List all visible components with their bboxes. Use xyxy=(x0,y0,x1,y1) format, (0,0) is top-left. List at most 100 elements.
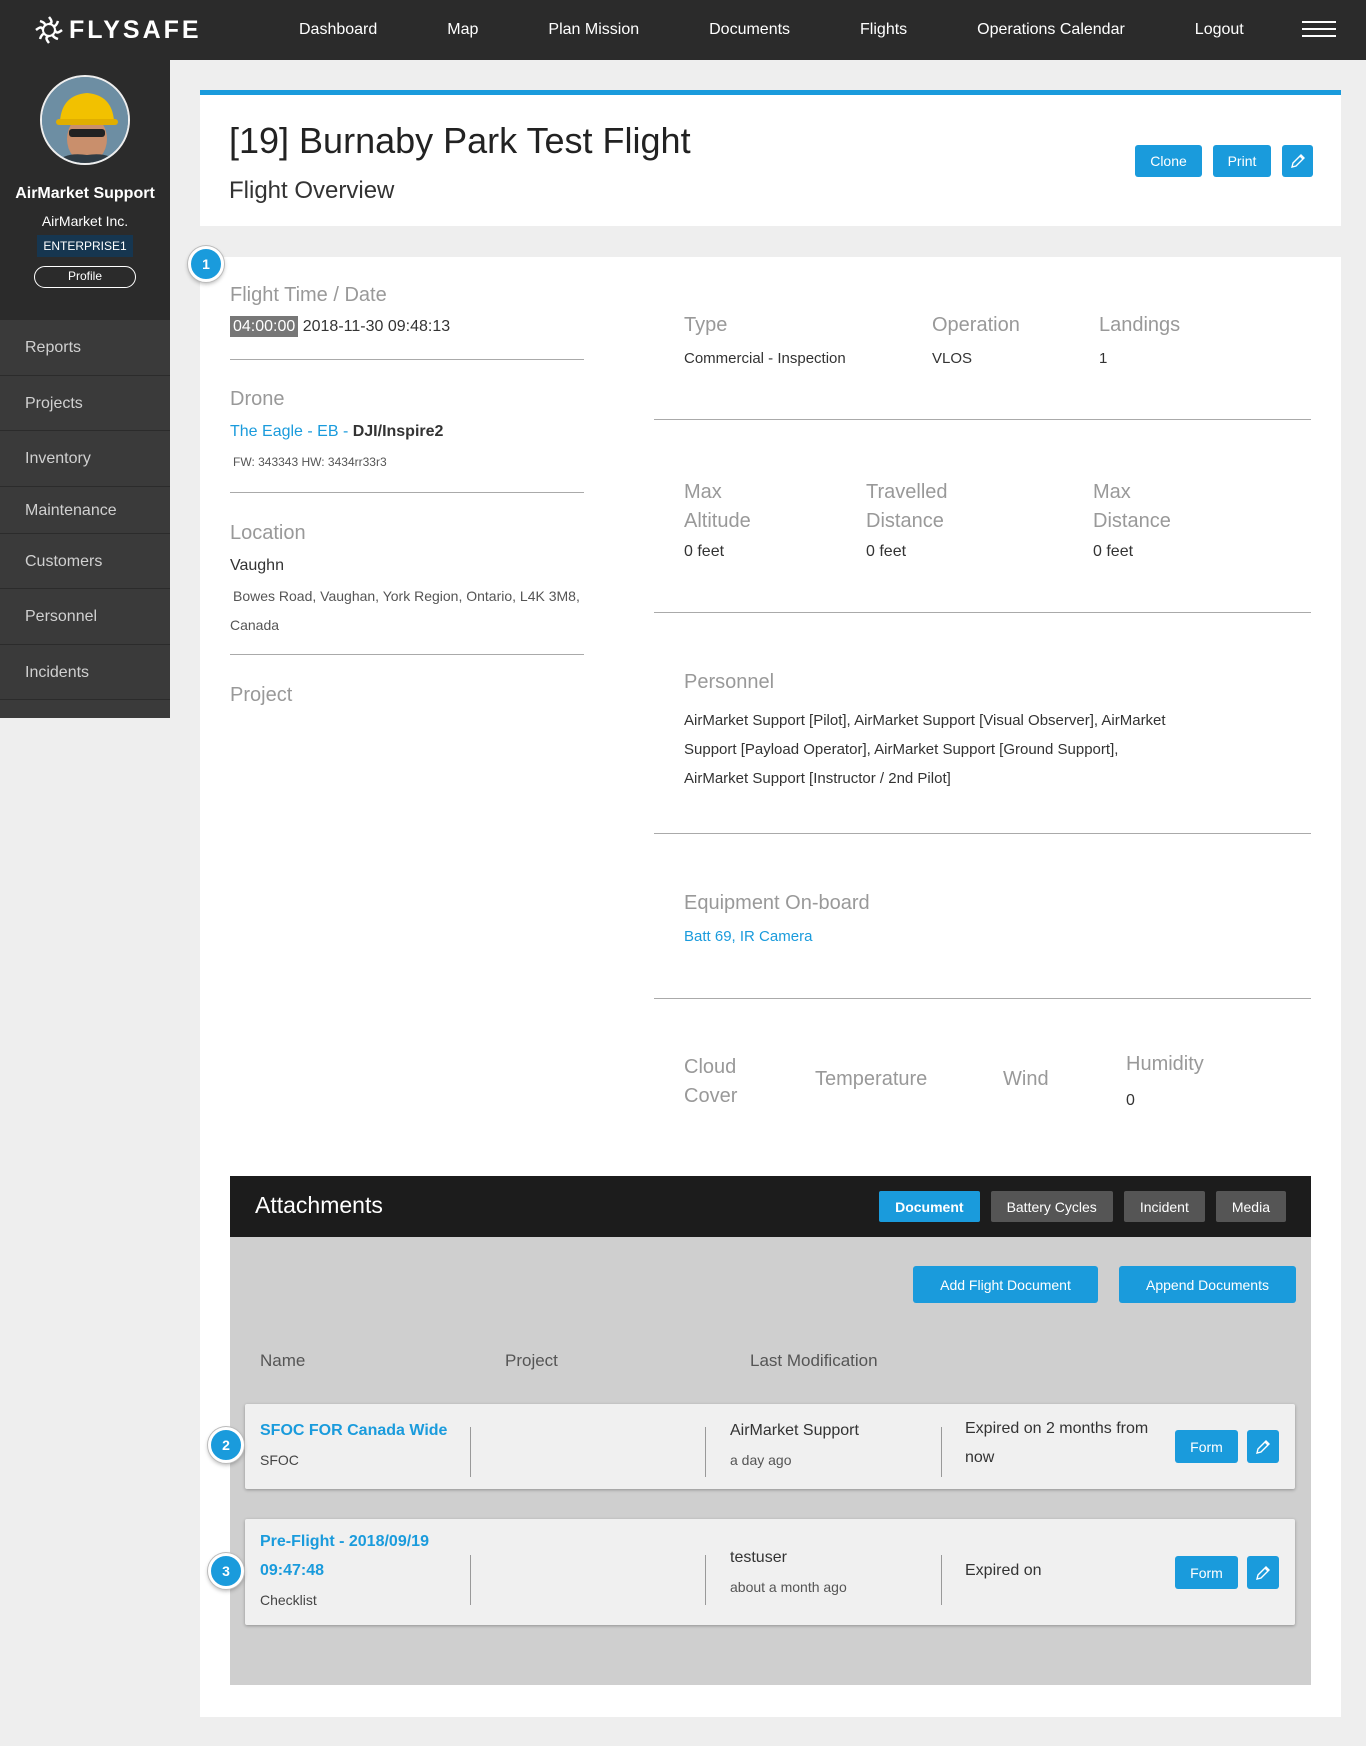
attachments-tabs: Document Battery Cycles Incident Media xyxy=(879,1191,1286,1222)
sidebar-item-inventory[interactable]: Inventory xyxy=(0,431,170,487)
divider xyxy=(654,998,1311,999)
divider xyxy=(941,1555,942,1605)
attachments-body: Add Flight Document Append Documents Nam… xyxy=(230,1237,1311,1685)
divider xyxy=(230,359,584,360)
humidity-label: Humidity xyxy=(1126,1053,1204,1075)
edit-document-button[interactable] xyxy=(1247,1430,1279,1463)
equipment-link-ir-camera[interactable]: IR Camera xyxy=(740,928,813,945)
document-name-link[interactable]: SFOC FOR Canada Wide xyxy=(260,1416,447,1445)
column-header-last-modification: Last Modification xyxy=(750,1351,878,1370)
divider xyxy=(230,492,584,493)
divider xyxy=(654,419,1311,420)
divider xyxy=(654,833,1311,834)
hamburger-menu-icon[interactable] xyxy=(1302,21,1336,39)
step-badge-2: 2 xyxy=(208,1427,244,1463)
flight-time-value: 04:00:00 2018-11-30 09:48:13 xyxy=(230,316,450,337)
edit-flight-button[interactable] xyxy=(1282,145,1313,177)
sidebar-item-reports[interactable]: Reports xyxy=(0,320,170,376)
tab-battery-cycles[interactable]: Battery Cycles xyxy=(990,1191,1113,1222)
sidebar-item-incidents[interactable]: Incidents xyxy=(0,645,170,700)
nav-documents[interactable]: Documents xyxy=(674,21,825,39)
modified-ago: a day ago xyxy=(730,1452,792,1468)
attachments-header: Attachments Document Battery Cycles Inci… xyxy=(230,1176,1311,1237)
wind-label: Wind xyxy=(1003,1068,1049,1090)
step-badge-1: 1 xyxy=(188,246,224,282)
nav-plan-mission[interactable]: Plan Mission xyxy=(513,21,674,39)
table-row: SFOC FOR Canada Wide SFOC AirMarket Supp… xyxy=(245,1404,1295,1489)
drone-model: DJI/Inspire2 xyxy=(352,423,444,440)
expiry-status: Expired on 2 months from now xyxy=(965,1420,1149,1466)
nav-dashboard[interactable]: Dashboard xyxy=(264,21,412,39)
travelled-distance-value: 0 feet xyxy=(866,543,907,560)
tab-incident[interactable]: Incident xyxy=(1123,1191,1205,1222)
pencil-icon xyxy=(1256,1439,1270,1454)
humidity-value: 0 xyxy=(1126,1092,1135,1109)
operation-value: VLOS xyxy=(932,350,973,367)
sidebar-item-projects[interactable]: Projects xyxy=(0,376,170,431)
equipment-list: Batt 69, IR Camera xyxy=(684,928,813,945)
step-badge-3: 3 xyxy=(208,1553,244,1589)
profile-button[interactable]: Profile xyxy=(34,266,136,288)
document-name-link[interactable]: Pre-Flight - 2018/09/19 09:47:48 xyxy=(260,1527,429,1585)
flight-time-label: Flight Time / Date xyxy=(230,284,387,306)
drone-link[interactable]: The Eagle - EB xyxy=(230,423,339,440)
equipment-link-battery[interactable]: Batt 69 xyxy=(684,928,732,945)
max-altitude-value: 0 feet xyxy=(684,543,725,560)
avatar-image xyxy=(42,77,128,163)
document-type: Checklist xyxy=(260,1592,317,1608)
edit-document-button[interactable] xyxy=(1247,1556,1279,1589)
top-navbar: FLYSAFE Dashboard Map Plan Mission Docum… xyxy=(0,0,1366,60)
flysafe-logo-icon xyxy=(35,16,63,44)
divider xyxy=(705,1427,706,1477)
drone-value: The Eagle - EB - DJI/Inspire2 xyxy=(230,423,443,441)
max-distance-label: Max Distance xyxy=(1093,481,1171,532)
project-label: Project xyxy=(230,684,293,706)
sidebar-item-customers[interactable]: Customers xyxy=(0,534,170,589)
temperature-label: Temperature xyxy=(815,1068,928,1090)
clone-button[interactable]: Clone xyxy=(1135,145,1202,177)
append-documents-button[interactable]: Append Documents xyxy=(1119,1266,1296,1303)
flight-duration-badge: 04:00:00 xyxy=(230,316,299,337)
nav-map[interactable]: Map xyxy=(412,21,513,39)
header-actions: Clone Print xyxy=(1135,145,1313,177)
divider xyxy=(941,1427,942,1477)
brand-logo[interactable]: FLYSAFE xyxy=(34,15,264,45)
divider xyxy=(470,1427,471,1477)
equipment-label: Equipment On-board xyxy=(684,892,870,914)
location-address-line1: Bowes Road, Vaughan, York Region, Ontari… xyxy=(233,588,580,604)
tab-document[interactable]: Document xyxy=(879,1191,980,1222)
attachments-title: Attachments xyxy=(255,1192,383,1218)
page-title: [19] Burnaby Park Test Flight xyxy=(229,120,691,161)
table-row: Pre-Flight - 2018/09/19 09:47:48 Checklis… xyxy=(245,1519,1295,1625)
operation-label: Operation xyxy=(932,314,1020,336)
form-button[interactable]: Form xyxy=(1175,1556,1238,1589)
sidebar: AirMarket Support AirMarket Inc. ENTERPR… xyxy=(0,60,170,718)
form-button[interactable]: Form xyxy=(1175,1430,1238,1463)
brand-name: FLYSAFE xyxy=(69,15,202,44)
main-nav: Dashboard Map Plan Mission Documents Fli… xyxy=(264,0,1279,60)
type-value: Commercial - Inspection xyxy=(684,350,846,367)
location-label: Location xyxy=(230,522,306,544)
modified-ago: about a month ago xyxy=(730,1579,847,1595)
print-button[interactable]: Print xyxy=(1213,145,1271,177)
modified-by: AirMarket Support xyxy=(730,1422,859,1439)
personnel-label: Personnel xyxy=(684,671,775,693)
sidebar-item-maintenance[interactable]: Maintenance xyxy=(0,487,170,534)
travelled-distance-label: Travelled Distance xyxy=(866,481,948,532)
add-flight-document-button[interactable]: Add Flight Document xyxy=(913,1266,1098,1303)
flight-header-card: [19] Burnaby Park Test Flight Flight Ove… xyxy=(200,90,1341,226)
expiry-status: Expired on xyxy=(965,1562,1042,1579)
modified-by: testuser xyxy=(730,1549,787,1566)
nav-logout[interactable]: Logout xyxy=(1160,21,1279,39)
avatar xyxy=(40,75,130,165)
tab-media[interactable]: Media xyxy=(1215,1191,1286,1222)
nav-operations-calendar[interactable]: Operations Calendar xyxy=(942,21,1160,39)
divider xyxy=(470,1555,471,1605)
location-address-line2: Canada xyxy=(230,617,280,633)
sidebar-item-personnel[interactable]: Personnel xyxy=(0,589,170,645)
max-distance-value: 0 feet xyxy=(1093,543,1134,560)
user-organization: AirMarket Inc. xyxy=(41,213,129,229)
nav-flights[interactable]: Flights xyxy=(825,21,942,39)
max-altitude-label: Max Altitude xyxy=(684,481,751,532)
pencil-icon xyxy=(1256,1565,1270,1580)
